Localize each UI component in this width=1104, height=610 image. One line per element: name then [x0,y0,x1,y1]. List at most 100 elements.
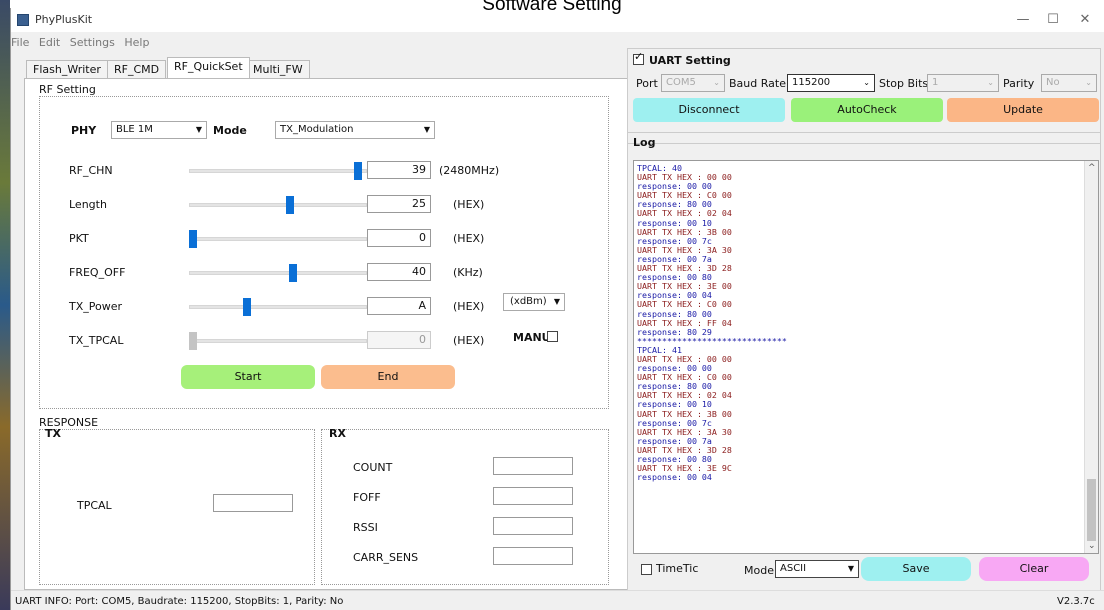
chevron-down-icon: ⌄ [1085,78,1092,87]
manu-label: MANU [513,331,551,344]
menu-help[interactable]: Help [124,36,149,49]
log-mode-select[interactable]: ASCII ▼ [775,560,859,578]
rf-chn-unit: (2480MHz) [439,164,500,177]
log-mode-label: Mode [744,564,774,577]
rx-foff-field[interactable] [493,487,573,505]
length-value-field[interactable]: 25 [367,195,431,213]
rx-count-field[interactable] [493,457,573,475]
parity-select[interactable]: No ⌄ [1041,74,1097,92]
chevron-down-icon: ⌄ [987,78,994,87]
status-bar: UART INFO: Port: COM5, Baudrate: 115200,… [11,590,1104,610]
chevron-down-icon: ▼ [553,297,560,306]
tx-power-value-field[interactable]: A [367,297,431,315]
tab-multi-fw[interactable]: Multi_FW [246,60,310,78]
rx-label: RX [329,427,346,440]
version-label: V2.3.7c [1057,596,1095,607]
port-select[interactable]: COM5 ⌄ [661,74,725,92]
length-unit: (HEX) [453,198,485,211]
disconnect-button[interactable]: Disconnect [633,98,785,122]
parity-value: No [1046,77,1060,88]
tx-tpcal-slider-thumb [189,332,197,350]
scroll-thumb[interactable] [1087,479,1096,541]
length-label: Length [69,198,107,211]
menu-bar: File Edit Settings Help [11,36,155,50]
tab-rf-quickset[interactable]: RF_QuickSet [167,57,250,78]
rf-chn-label: RF_CHN [69,164,113,177]
phy-select[interactable]: BLE 1M ▼ [111,121,207,139]
freq-off-value-field[interactable]: 40 [367,263,431,281]
tx-power-unit: (HEX) [453,300,485,313]
tx-power-slider-thumb[interactable] [243,298,251,316]
tx-power-unit-select[interactable]: (xdBm) ▼ [503,293,565,311]
clear-button[interactable]: Clear [979,557,1089,581]
mode-value: TX_Modulation [280,124,354,135]
autocheck-button[interactable]: AutoCheck [791,98,943,122]
baud-select[interactable]: 115200 ⌄ [787,74,875,92]
rf-chn-slider-track[interactable] [189,169,367,173]
pkt-unit: (HEX) [453,232,485,245]
log-text: TPCAL: 40 UART TX HEX : 00 00 response: 00… [637,163,1065,482]
save-button[interactable]: Save [861,557,971,581]
rf-chn-slider-thumb[interactable] [354,162,362,180]
baud-value: 115200 [792,77,831,88]
stop-bits-label: Stop Bits [879,77,929,90]
chevron-down-icon: ▼ [847,564,854,573]
manu-checkbox[interactable] [547,331,558,342]
rx-carr-sens-label: CARR_SENS [353,551,419,564]
check-icon: ✓ [634,50,644,63]
log-scrollbar[interactable]: ^ ⌄ [1084,161,1098,553]
log-label: Log [633,136,656,149]
menu-file[interactable]: File [11,36,29,49]
tab-rf-cmd[interactable]: RF_CMD [107,60,167,78]
end-button[interactable]: End [321,365,455,389]
tab-flash-writer[interactable]: Flash_Writer [26,60,108,78]
freq-off-slider-thumb[interactable] [289,264,297,282]
chevron-down-icon: ▼ [423,125,430,134]
port-value: COM5 [666,77,696,88]
tx-tpcal-label: TX_TPCAL [69,334,124,347]
chevron-down-icon: ▼ [195,125,202,134]
phy-label: PHY [71,124,97,137]
log-mode-value: ASCII [780,563,807,574]
rf-quickset-panel: RF Setting PHY BLE 1M ▼ Mode TX_Modulatio… [24,78,628,590]
port-label: Port [636,77,658,90]
uart-setting-title: UART Setting [649,54,731,67]
chevron-up-icon[interactable]: ^ [1088,163,1096,173]
menu-settings[interactable]: Settings [70,36,115,49]
timetic-checkbox[interactable] [641,564,652,575]
menu-edit[interactable]: Edit [39,36,60,49]
stop-bits-select[interactable]: 1 ⌄ [927,74,999,92]
rf-setting-label: RF Setting [39,83,99,96]
mode-label: Mode [213,124,247,137]
freq-off-slider-track[interactable] [189,271,367,275]
tx-tpcal-unit: (HEX) [453,334,485,347]
rf-chn-value-field[interactable]: 39 [367,161,431,179]
rx-carr-sens-field[interactable] [493,547,573,565]
log-textbox[interactable]: TPCAL: 40 UART TX HEX : 00 00 response: 00… [633,160,1099,554]
log-line: ****************************** [637,335,787,346]
chevron-down-icon[interactable]: ⌄ [1088,541,1096,551]
status-info: UART INFO: Port: COM5, Baudrate: 115200,… [15,596,344,607]
tx-label: TX [45,427,61,440]
update-button[interactable]: Update [947,98,1099,122]
pkt-label: PKT [69,232,89,245]
phy-value: BLE 1M [116,124,153,135]
tx-power-slider-track[interactable] [189,305,367,309]
chevron-down-icon: ⌄ [713,78,720,87]
freq-off-unit: (KHz) [453,266,483,279]
pkt-slider-track[interactable] [189,237,367,241]
length-slider-track[interactable] [189,203,367,207]
app-window: PhyPlusKit — ☐ ✕ File Edit Settings Help… [10,8,1104,610]
length-slider-thumb[interactable] [286,196,294,214]
mode-select[interactable]: TX_Modulation ▼ [275,121,435,139]
tpcal-field[interactable] [213,494,293,512]
tx-power-unit-value: (xdBm) [510,296,547,307]
tx-tpcal-value-field: 0 [367,331,431,349]
pkt-slider-thumb[interactable] [189,230,197,248]
rx-count-label: COUNT [353,461,393,474]
start-button[interactable]: Start [181,365,315,389]
rx-rssi-field[interactable] [493,517,573,535]
stop-bits-value: 1 [932,77,939,88]
pkt-value-field[interactable]: 0 [367,229,431,247]
tpcal-label: TPCAL [77,499,112,512]
